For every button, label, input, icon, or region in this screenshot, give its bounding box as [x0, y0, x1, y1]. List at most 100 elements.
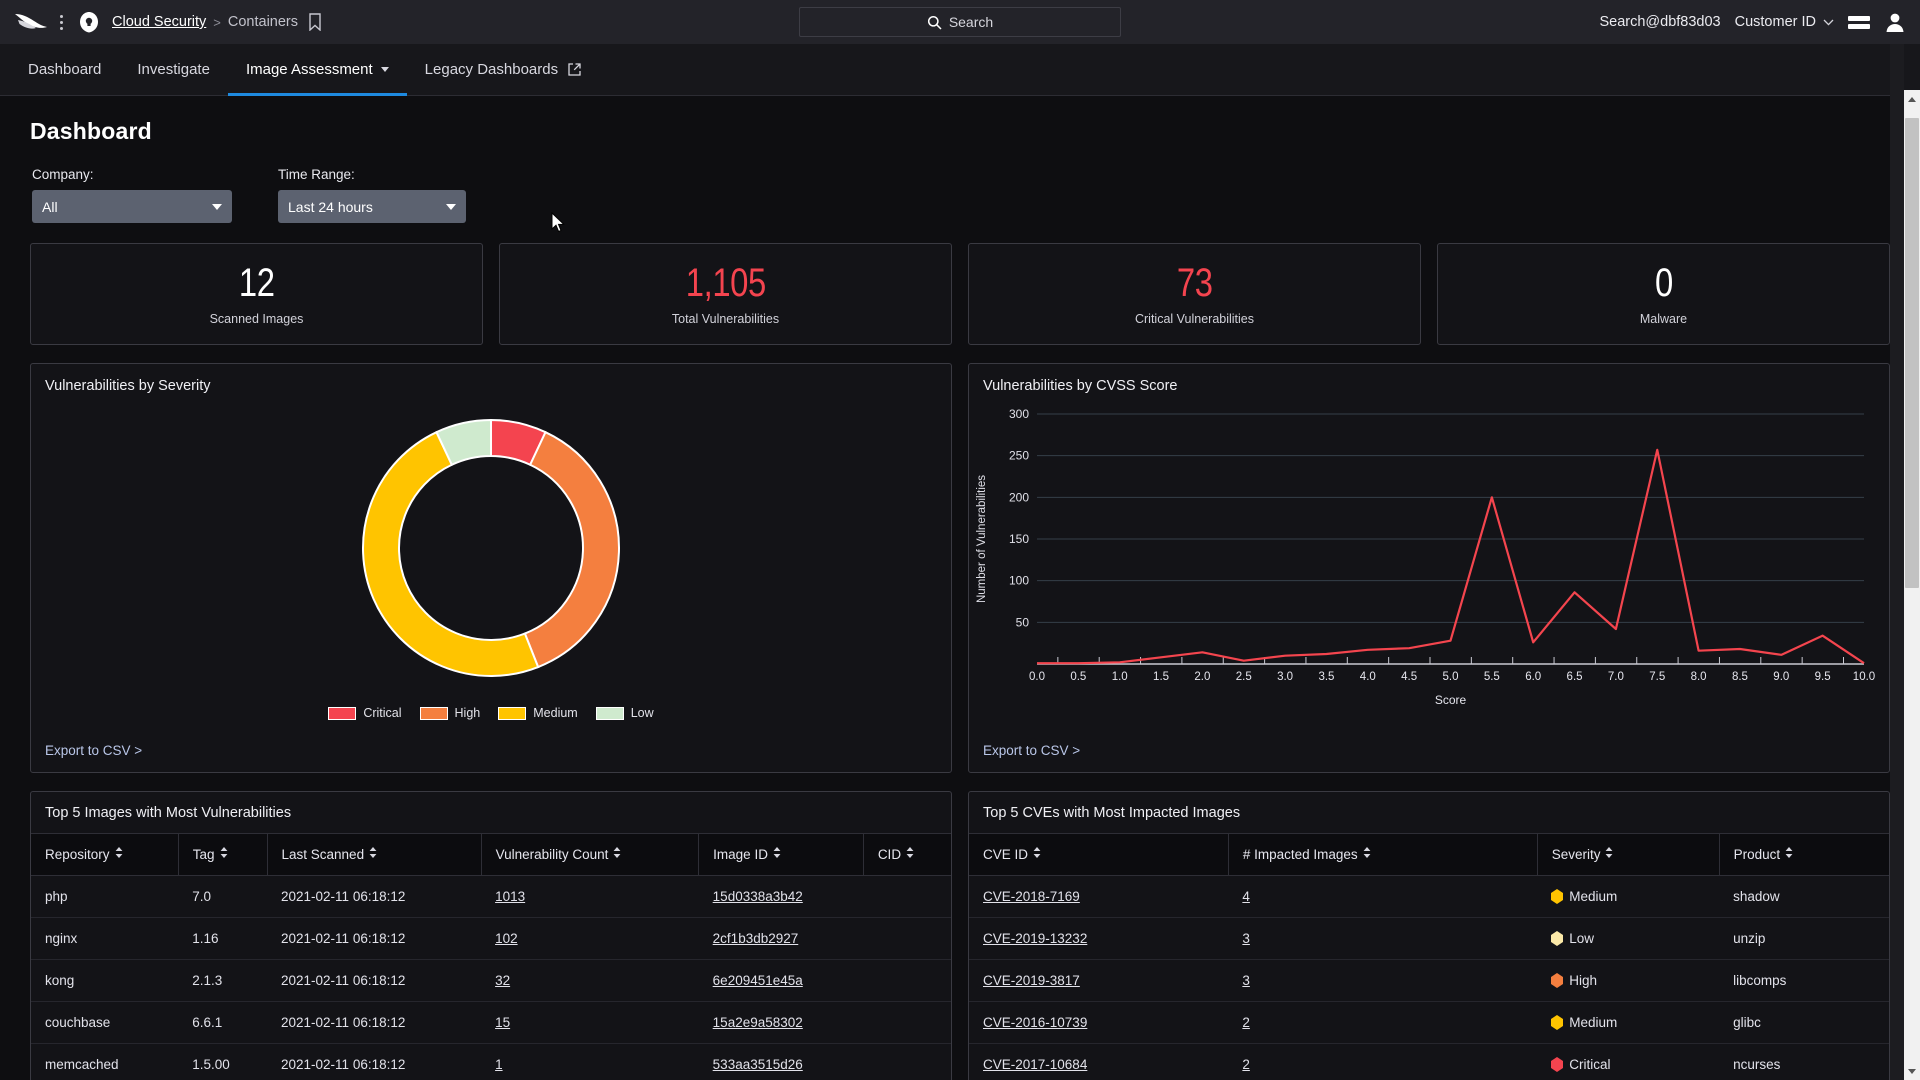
- legend-item-medium[interactable]: Medium: [498, 706, 578, 720]
- legend-item-high[interactable]: High: [419, 706, 480, 720]
- cell-link[interactable]: 15: [495, 1015, 510, 1030]
- stat-value: 12: [238, 261, 275, 305]
- breadcrumb-cloud-security[interactable]: Cloud Security: [112, 14, 206, 30]
- cell-link[interactable]: 4: [1242, 889, 1250, 904]
- company-select[interactable]: All: [32, 190, 232, 223]
- column-header-repository[interactable]: Repository: [31, 833, 179, 876]
- column-header-label: Severity: [1551, 847, 1601, 862]
- cell-link[interactable]: 6e209451e45a: [713, 973, 803, 988]
- scroll-up-arrow[interactable]: [1904, 90, 1920, 108]
- cell-image-id[interactable]: 533aa3515d26: [699, 1044, 864, 1080]
- cell-cve-id[interactable]: CVE-2016-10739: [969, 1001, 1229, 1044]
- cell-severity: High: [1537, 959, 1720, 1002]
- cell-link[interactable]: 533aa3515d26: [713, 1057, 803, 1072]
- cell-link[interactable]: 2cf1b3db2927: [713, 931, 799, 946]
- legend-item-critical[interactable]: Critical: [328, 706, 402, 720]
- top-cves-panel: Top 5 CVEs with Most Impacted Images CVE…: [968, 791, 1890, 1080]
- cell-vulnerability-count[interactable]: 102: [481, 917, 699, 960]
- cell-link[interactable]: 15d0338a3b42: [713, 889, 803, 904]
- sort-icon[interactable]: [115, 846, 123, 861]
- chevron-down-icon: [212, 203, 222, 210]
- cell-cve-id[interactable]: CVE-2019-3817: [969, 959, 1229, 1002]
- severity-hex-icon: [1551, 1015, 1564, 1030]
- export-csv-cvss[interactable]: Export to CSV >: [983, 743, 1080, 758]
- cell-link[interactable]: 2: [1242, 1015, 1250, 1030]
- cell-impacted-images[interactable]: 4: [1228, 875, 1538, 918]
- donut-slice-medium[interactable]: [362, 430, 540, 677]
- cell-cve-id[interactable]: CVE-2019-13232: [969, 917, 1229, 960]
- cell-link[interactable]: CVE-2017-10684: [983, 1057, 1087, 1072]
- cell-link[interactable]: CVE-2019-13232: [983, 931, 1087, 946]
- severity-legend: Critical High Medium Low: [31, 706, 951, 720]
- cell-cve-id[interactable]: CVE-2017-10684: [969, 1044, 1228, 1080]
- cell-image-id[interactable]: 15a2e9a58302: [698, 1001, 864, 1044]
- cell-link[interactable]: 1: [495, 1057, 503, 1072]
- column-header-impacted-images[interactable]: # Impacted Images: [1228, 833, 1538, 876]
- cell-image-id[interactable]: 15d0338a3b42: [698, 875, 864, 918]
- cell-link[interactable]: 2: [1242, 1057, 1250, 1072]
- sort-icon[interactable]: [613, 846, 621, 861]
- cell-link[interactable]: CVE-2018-7169: [983, 889, 1080, 904]
- panel-title: Vulnerabilities by CVSS Score: [983, 378, 1178, 394]
- cell-link[interactable]: CVE-2016-10739: [983, 1015, 1087, 1030]
- donut-slice-high[interactable]: [523, 430, 620, 669]
- column-header-image-id[interactable]: Image ID: [698, 833, 864, 876]
- legend-swatch: [498, 706, 527, 720]
- sort-icon[interactable]: [906, 846, 914, 861]
- table-row: nginx 1.16 2021-02-11 06:18:12 102 2cf1b3db2…: [31, 917, 951, 960]
- cell-vulnerability-count[interactable]: 1: [481, 1044, 699, 1080]
- cell-link[interactable]: 15a2e9a58302: [713, 1015, 803, 1030]
- cell-impacted-images[interactable]: 2: [1228, 1001, 1538, 1044]
- sort-icon[interactable]: [369, 846, 377, 861]
- cell-link[interactable]: 1013: [495, 889, 525, 904]
- column-header-vulnerability-count[interactable]: Vulnerability Count: [481, 833, 700, 876]
- column-header-severity[interactable]: Severity: [1537, 833, 1720, 876]
- cell-vulnerability-count[interactable]: 32: [481, 959, 699, 1002]
- cell-link[interactable]: 3: [1242, 931, 1250, 946]
- cell-link[interactable]: 3: [1242, 973, 1250, 988]
- cell-image-id[interactable]: 6e209451e45a: [698, 959, 864, 1002]
- cell-vulnerability-count[interactable]: 1013: [481, 875, 699, 918]
- sort-icon[interactable]: [220, 846, 228, 861]
- tab-label: Investigate: [137, 61, 210, 78]
- cell-repository: nginx: [31, 917, 179, 960]
- user-avatar-icon[interactable]: [1884, 11, 1906, 33]
- app-menu-icon[interactable]: [52, 14, 70, 30]
- tab-dashboard[interactable]: Dashboard: [10, 44, 119, 96]
- column-header-cve-id[interactable]: CVE ID: [969, 833, 1229, 876]
- panel-title: Top 5 CVEs with Most Impacted Images: [983, 805, 1241, 821]
- sort-icon[interactable]: [1785, 846, 1793, 861]
- tab-investigate[interactable]: Investigate: [119, 44, 228, 96]
- cell-cid: [863, 917, 951, 960]
- cell-link[interactable]: 32: [495, 973, 510, 988]
- search-input[interactable]: Search: [799, 7, 1121, 37]
- table-header-row: CVE ID # Impacted Images Severity Product: [969, 833, 1889, 876]
- column-header-product[interactable]: Product: [1719, 833, 1889, 876]
- time-range-select[interactable]: Last 24 hours: [278, 190, 466, 223]
- cell-impacted-images[interactable]: 3: [1228, 959, 1538, 1002]
- column-header-last-scanned[interactable]: Last Scanned: [267, 833, 482, 876]
- legend-item-low[interactable]: Low: [595, 706, 654, 720]
- cell-impacted-images[interactable]: 3: [1228, 917, 1538, 960]
- sort-icon[interactable]: [773, 846, 781, 861]
- column-header-tag[interactable]: Tag: [178, 833, 268, 876]
- cell-impacted-images[interactable]: 2: [1228, 1044, 1537, 1080]
- scroll-down-arrow[interactable]: [1904, 1062, 1920, 1080]
- column-header-cid[interactable]: CID: [863, 833, 951, 876]
- tab-legacy-dashboards[interactable]: Legacy Dashboards: [407, 44, 599, 96]
- sort-icon[interactable]: [1033, 846, 1041, 861]
- sort-icon[interactable]: [1363, 846, 1371, 861]
- cell-vulnerability-count[interactable]: 15: [481, 1001, 699, 1044]
- customer-id-dropdown[interactable]: Customer ID: [1735, 14, 1834, 30]
- cell-cve-id[interactable]: CVE-2018-7169: [969, 875, 1229, 918]
- cell-link[interactable]: CVE-2019-3817: [983, 973, 1080, 988]
- x-axis-tick-label: 7.5: [1649, 671, 1665, 683]
- cell-image-id[interactable]: 2cf1b3db2927: [698, 917, 864, 960]
- cell-link[interactable]: 102: [495, 931, 518, 946]
- bookmark-icon[interactable]: [308, 13, 322, 31]
- sort-icon[interactable]: [1605, 846, 1613, 861]
- tab-image-assessment[interactable]: Image Assessment: [227, 44, 407, 96]
- page-scrollbar-thumb[interactable]: [1905, 118, 1919, 588]
- menu-toggle-icon[interactable]: [1848, 15, 1870, 29]
- export-csv-severity[interactable]: Export to CSV >: [45, 743, 142, 758]
